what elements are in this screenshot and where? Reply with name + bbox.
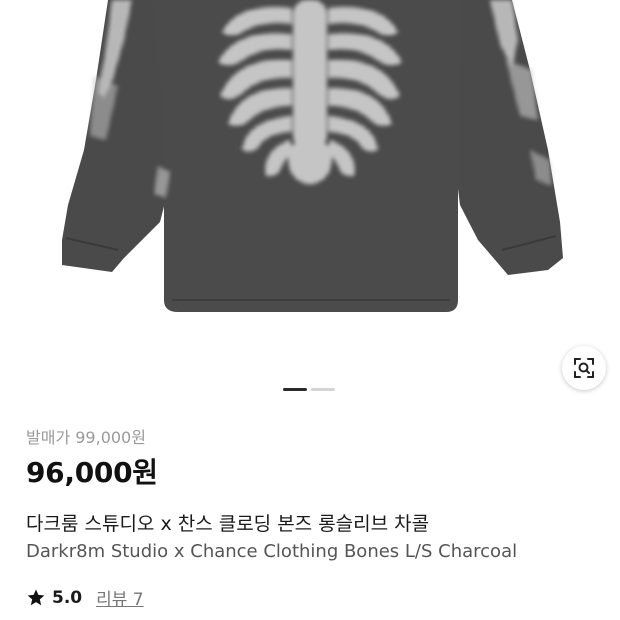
image-search-icon bbox=[574, 358, 594, 378]
product-title-english: Darkr8m Studio x Chance Clothing Bones L… bbox=[26, 541, 518, 562]
page-indicator-dot[interactable] bbox=[311, 388, 335, 391]
gallery-page-indicator bbox=[283, 388, 335, 391]
rating-row: 5.0 리뷰 7 bbox=[26, 585, 144, 610]
star-icon bbox=[27, 589, 45, 605]
page-indicator-dot-active[interactable] bbox=[283, 388, 307, 391]
product-image[interactable] bbox=[0, 0, 620, 340]
reviews-link[interactable]: 리뷰 7 bbox=[96, 585, 144, 610]
sale-price: 96,000원 bbox=[26, 456, 158, 489]
product-title-korean: 다크룸 스튜디오 x 찬스 클로딩 본즈 롱슬리브 차콜 bbox=[26, 513, 430, 535]
product-image-gallery[interactable] bbox=[0, 0, 620, 400]
original-price: 발매가 99,000원 bbox=[26, 428, 146, 447]
rating-value: 5.0 bbox=[52, 587, 83, 608]
image-search-button[interactable] bbox=[562, 346, 606, 390]
